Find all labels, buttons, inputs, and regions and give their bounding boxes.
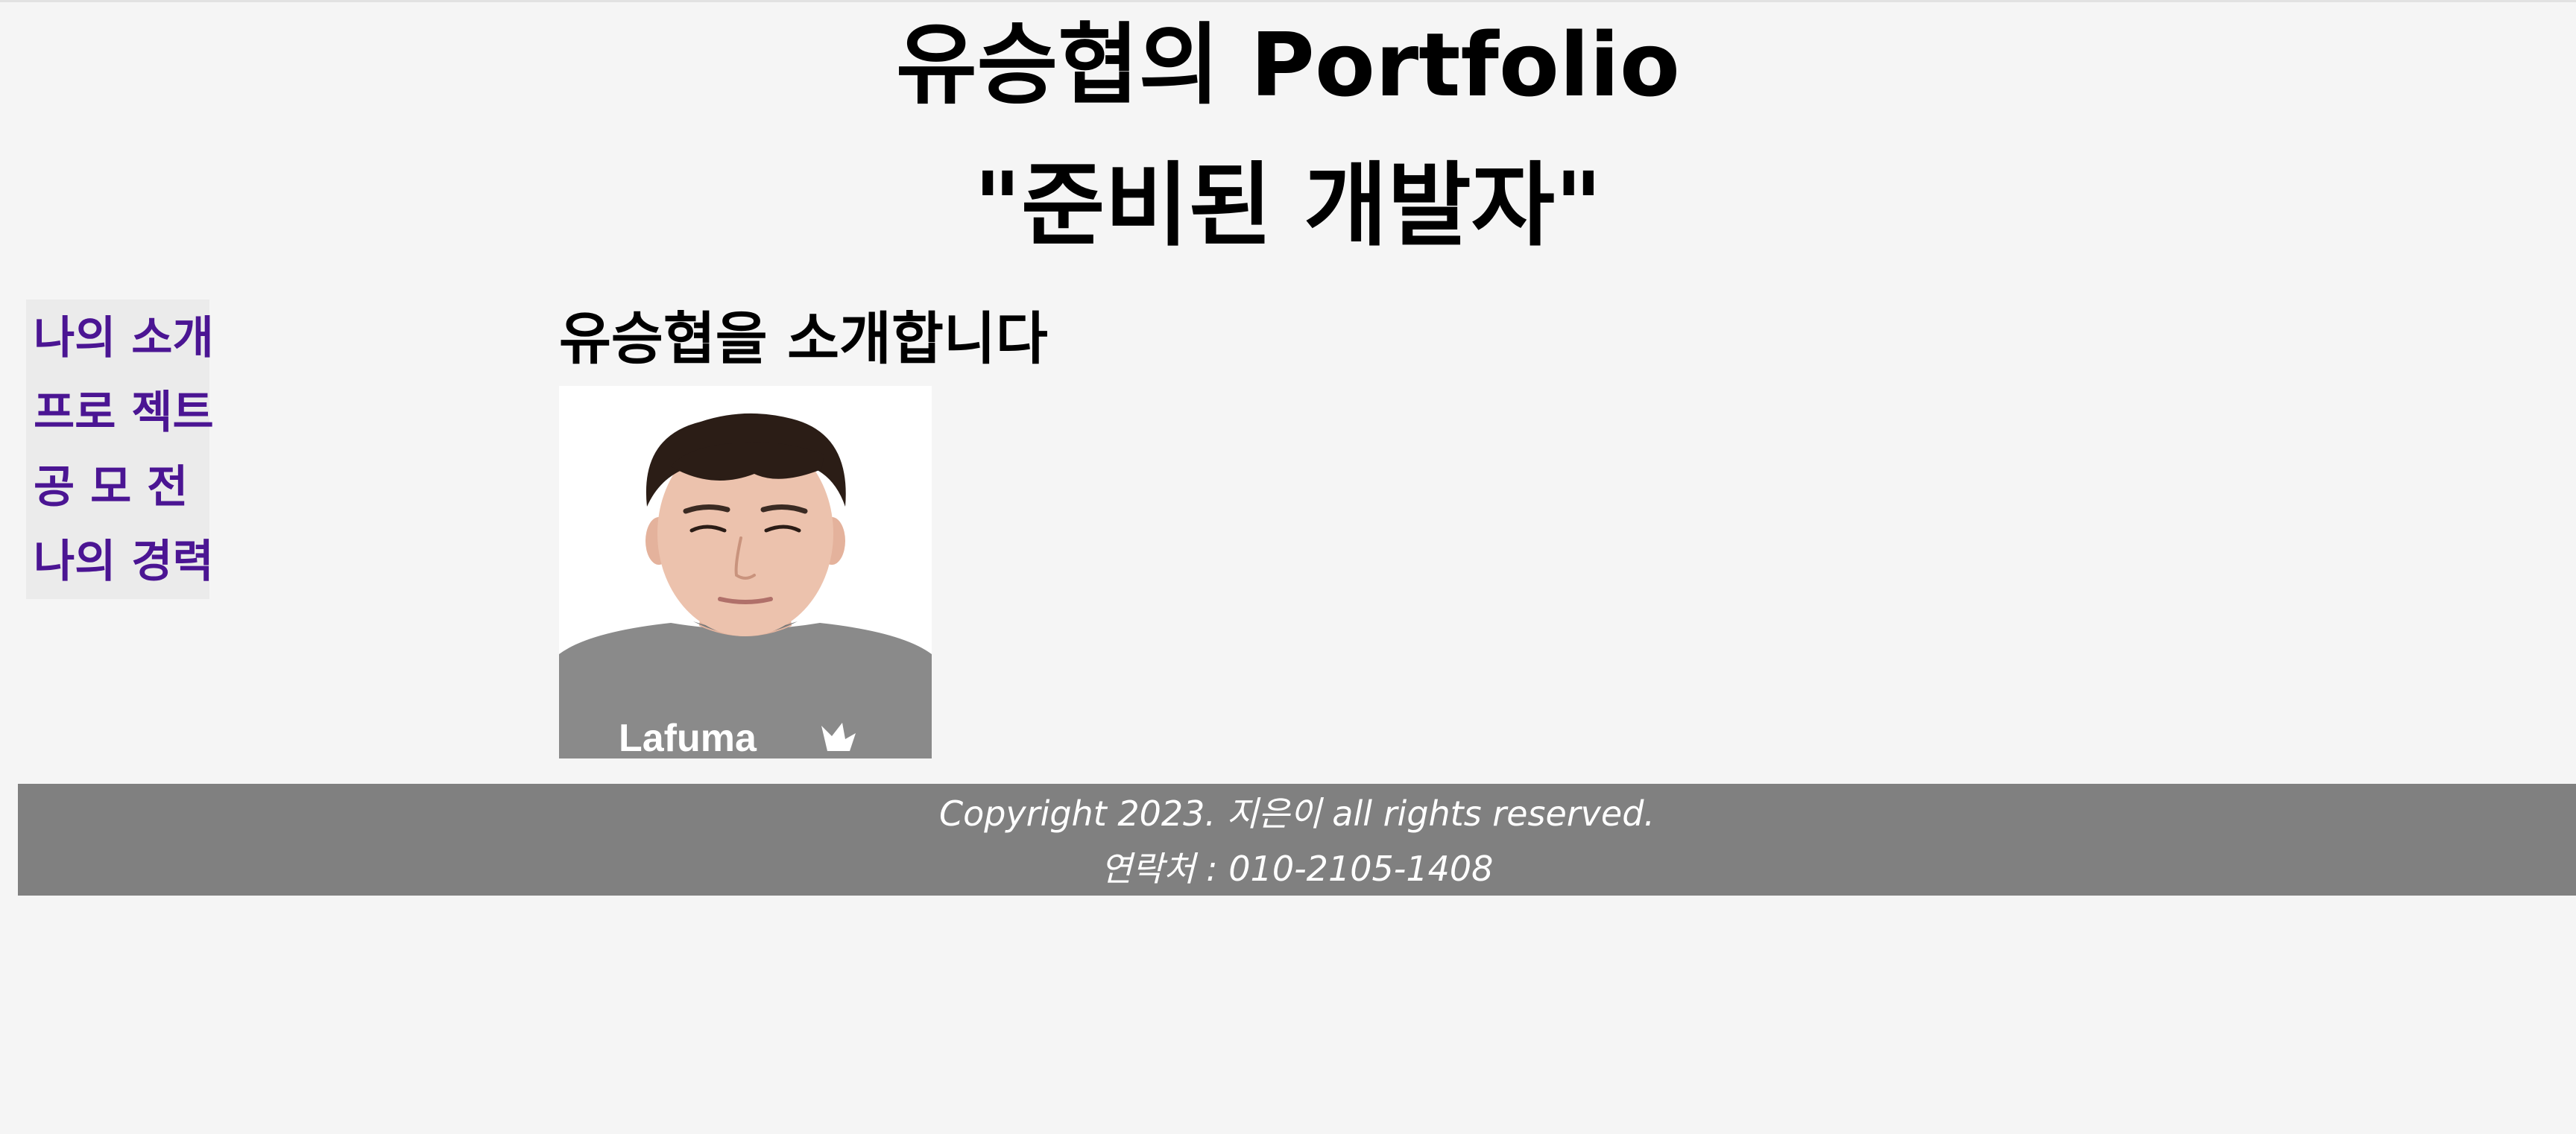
page-footer: Copyright 2023. 지은이 all rights reserved.… — [18, 784, 2576, 896]
nav-link-contests[interactable]: 공 모 전 — [26, 454, 209, 529]
nav-link-career[interactable]: 나의 경력 — [26, 529, 214, 604]
profile-photo: Lafuma — [559, 386, 932, 758]
shirt-logo: Lafuma — [619, 717, 757, 758]
copyright-text: Copyright 2023. 지은이 all rights reserved. — [938, 794, 1655, 834]
sidebar-nav: 나의 소개 프로 젝트 공 모 전 나의 경력 — [26, 300, 214, 599]
section-title: 유승협을 소개합니다 — [559, 305, 1048, 372]
nav-link-about[interactable]: 나의 소개 — [26, 305, 214, 380]
page-title: 유승협의 Portfolio — [896, 13, 1680, 116]
nav-link-projects[interactable]: 프로 젝트 — [26, 380, 214, 454]
top-border — [0, 0, 2576, 2]
contact-text: 연락처 : 010-2105-1408 — [1100, 849, 1494, 889]
page-slogan: "준비된 개발자" — [973, 153, 1603, 259]
